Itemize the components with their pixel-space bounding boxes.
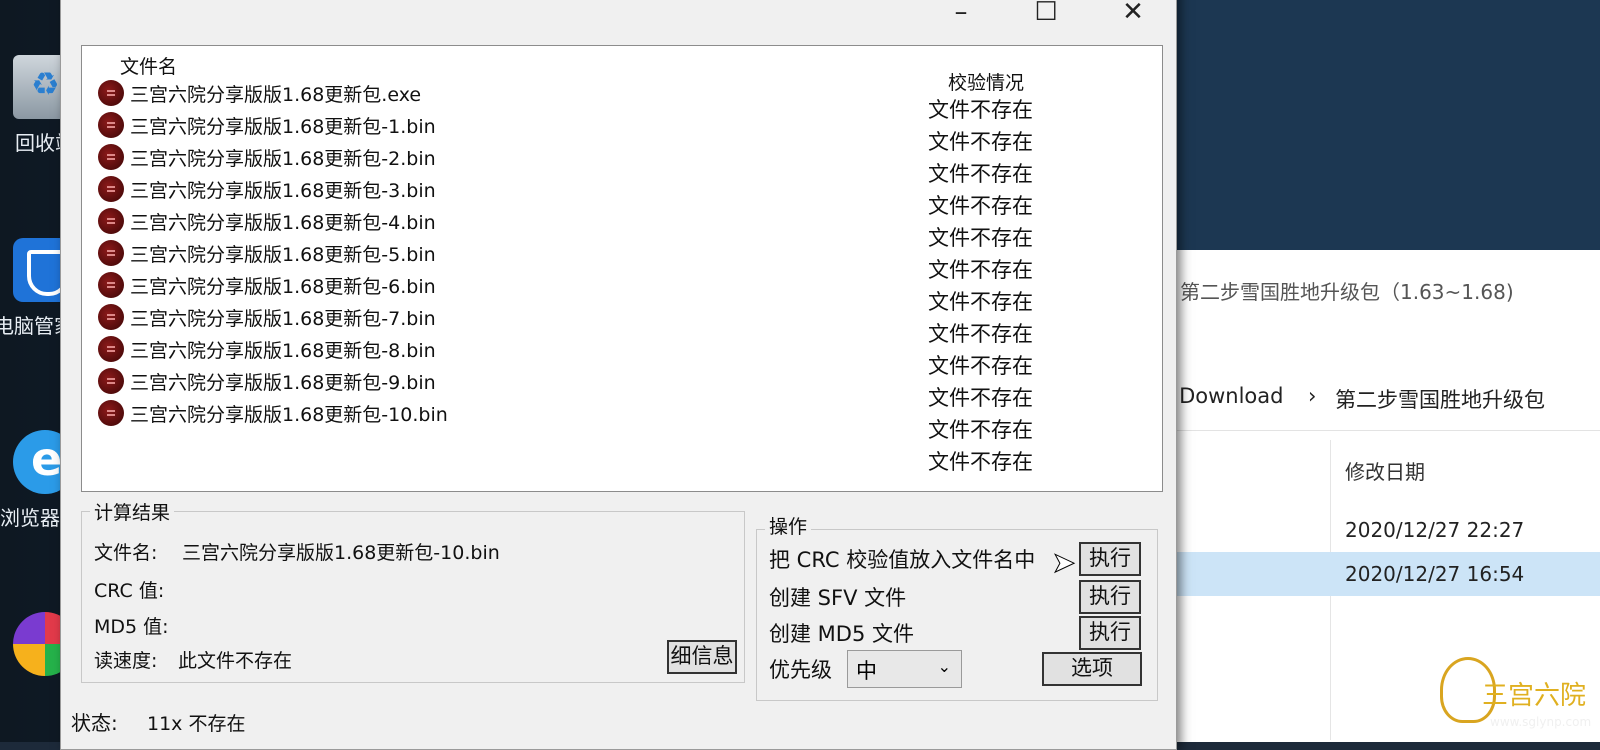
watermark-url: www.sglynp.com <box>1490 715 1592 729</box>
result-group: 计算结果 文件名: 三宫六院分享版版1.68更新包-10.bin CRC 值: … <box>81 498 745 683</box>
read-speed-value: 此文件不存在 <box>178 650 293 672</box>
file-row-selected[interactable]: 2020/12/27 16:54 <box>1170 552 1600 596</box>
execute-create-md5-button[interactable]: 执行 <box>1079 616 1141 650</box>
crc-to-filename-label: 把 CRC 校验值放入文件名中 <box>769 548 1036 572</box>
priority-select[interactable]: 中 ⌄ <box>847 650 962 688</box>
list-item[interactable]: 三宫六院分享版版1.68更新包-1.bin 文件不存在 <box>98 108 1098 154</box>
list-item-filename: 三宫六院分享版版1.68更新包-2.bin <box>130 148 436 170</box>
list-item-filename: 三宫六院分享版版1.68更新包-9.bin <box>130 372 436 394</box>
list-item-filename: 三宫六院分享版版1.68更新包-10.bin <box>130 404 448 426</box>
list-item[interactable]: 三宫六院分享版版1.68更新包-8.bin 文件不存在 <box>98 332 1098 378</box>
create-sfv-label: 创建 SFV 文件 <box>769 586 907 610</box>
site-watermark: 三宫六院 www.sglynp.com <box>1440 655 1600 742</box>
details-button[interactable]: 细信息 <box>667 640 737 674</box>
result-filename-value: 三宫六院分享版版1.68更新包-10.bin <box>182 542 500 564</box>
chevron-down-icon: ⌄ <box>937 657 951 676</box>
file-type-icon <box>98 112 124 138</box>
list-item[interactable]: 三宫六院分享版版1.68更新包-6.bin 文件不存在 <box>98 268 1098 314</box>
breadcrumb-download[interactable]: :Download <box>1172 384 1283 408</box>
list-item-filename: 三宫六院分享版版1.68更新包-8.bin <box>130 340 436 362</box>
priority-selected-value: 中 <box>856 659 877 683</box>
hash-check-dialog: – ☐ ✕ 文件名 校验情况 三宫六院分享版版1.68更新包.exe 文件不存在… <box>60 0 1177 750</box>
file-type-icon <box>98 80 124 106</box>
status-value: 11x 不存在 <box>147 713 246 735</box>
execute-create-sfv-button[interactable]: 执行 <box>1079 580 1141 614</box>
options-button[interactable]: 选项 <box>1042 652 1142 686</box>
list-item[interactable]: 三宫六院分享版版1.68更新包-10.bin 文件不存在 <box>98 396 1098 442</box>
file-type-icon <box>98 144 124 170</box>
execute-crc-to-filename-button[interactable]: 执行 <box>1079 542 1141 576</box>
list-item[interactable]: 三宫六院分享版版1.68更新包-5.bin 文件不存在 <box>98 236 1098 282</box>
file-modified-date: 2020/12/27 16:54 <box>1345 562 1525 586</box>
file-type-icon <box>98 240 124 266</box>
list-item-filename: 三宫六院分享版版1.68更新包-3.bin <box>130 180 436 202</box>
mouse-cursor-icon: ➤ <box>1051 546 1076 580</box>
crc-value-label: CRC 值: <box>94 580 165 602</box>
breadcrumb-separator-icon: › <box>1308 384 1317 408</box>
md5-value-label: MD5 值: <box>94 616 169 638</box>
list-item-filename: 三宫六院分享版版1.68更新包-4.bin <box>130 212 436 234</box>
list-item[interactable]: 三宫六院分享版版1.68更新包-7.bin 文件不存在 <box>98 300 1098 346</box>
file-type-icon <box>98 368 124 394</box>
result-group-title: 计算结果 <box>90 498 175 525</box>
explorer-title: 第二步雪国胜地升级包（1.63~1.68) <box>1180 280 1514 304</box>
list-item-status: 文件不存在 <box>928 450 1033 474</box>
file-type-icon <box>98 208 124 234</box>
status-label: 状态: <box>71 711 118 735</box>
file-row[interactable]: 2020/12/27 22:27 <box>1170 508 1600 552</box>
file-type-icon <box>98 304 124 330</box>
operations-group: 操作 把 CRC 校验值放入文件名中 执行 创建 SFV 文件 执行 创建 MD… <box>756 512 1158 701</box>
close-button[interactable]: ✕ <box>1113 0 1153 29</box>
minimize-button[interactable]: – <box>941 0 981 29</box>
list-item-filename: 三宫六院分享版版1.68更新包-5.bin <box>130 244 436 266</box>
maximize-button[interactable]: ☐ <box>1026 0 1066 29</box>
list-item[interactable]: 三宫六院分享版版1.68更新包-4.bin 文件不存在 <box>98 204 1098 250</box>
list-item-filename: 三宫六院分享版版1.68更新包-6.bin <box>130 276 436 298</box>
list-item-filename: 三宫六院分享版版1.68更新包.exe <box>130 84 422 106</box>
address-bar[interactable]: :Download › 第二步雪国胜地升级包 <box>1170 370 1600 431</box>
file-type-icon <box>98 272 124 298</box>
list-item[interactable]: 三宫六院分享版版1.68更新包-3.bin 文件不存在 <box>98 172 1098 218</box>
list-item-filename: 三宫六院分享版版1.68更新包-7.bin <box>130 308 436 330</box>
list-item[interactable]: 三宫六院分享版版1.68更新包.exe 文件不存在 <box>98 76 1098 122</box>
result-filename-label: 文件名: <box>94 542 158 564</box>
file-modified-date: 2020/12/27 22:27 <box>1345 518 1525 542</box>
column-header-filename[interactable]: 文件名 <box>120 52 177 79</box>
operations-group-title: 操作 <box>765 512 812 539</box>
explorer-background-strip <box>1170 0 1600 250</box>
list-item-filename: 三宫六院分享版版1.68更新包-1.bin <box>130 116 436 138</box>
file-list[interactable]: 文件名 校验情况 三宫六院分享版版1.68更新包.exe 文件不存在 三宫六院分… <box>81 45 1163 492</box>
create-md5-label: 创建 MD5 文件 <box>769 622 915 646</box>
column-header-modified-date[interactable]: 修改日期 <box>1345 456 1425 485</box>
list-item[interactable]: 三宫六院分享版版1.68更新包-2.bin 文件不存在 <box>98 140 1098 186</box>
watermark-text: 三宫六院 <box>1482 681 1587 711</box>
priority-label: 优先级 <box>769 658 832 682</box>
file-type-icon <box>98 400 124 426</box>
file-type-icon <box>98 176 124 202</box>
list-item: 文件不存在 <box>98 428 1098 474</box>
read-speed-label: 读速度: <box>94 650 158 672</box>
file-type-icon <box>98 336 124 362</box>
breadcrumb-current-folder[interactable]: 第二步雪国胜地升级包 <box>1335 384 1545 414</box>
list-item[interactable]: 三宫六院分享版版1.68更新包-9.bin 文件不存在 <box>98 364 1098 410</box>
